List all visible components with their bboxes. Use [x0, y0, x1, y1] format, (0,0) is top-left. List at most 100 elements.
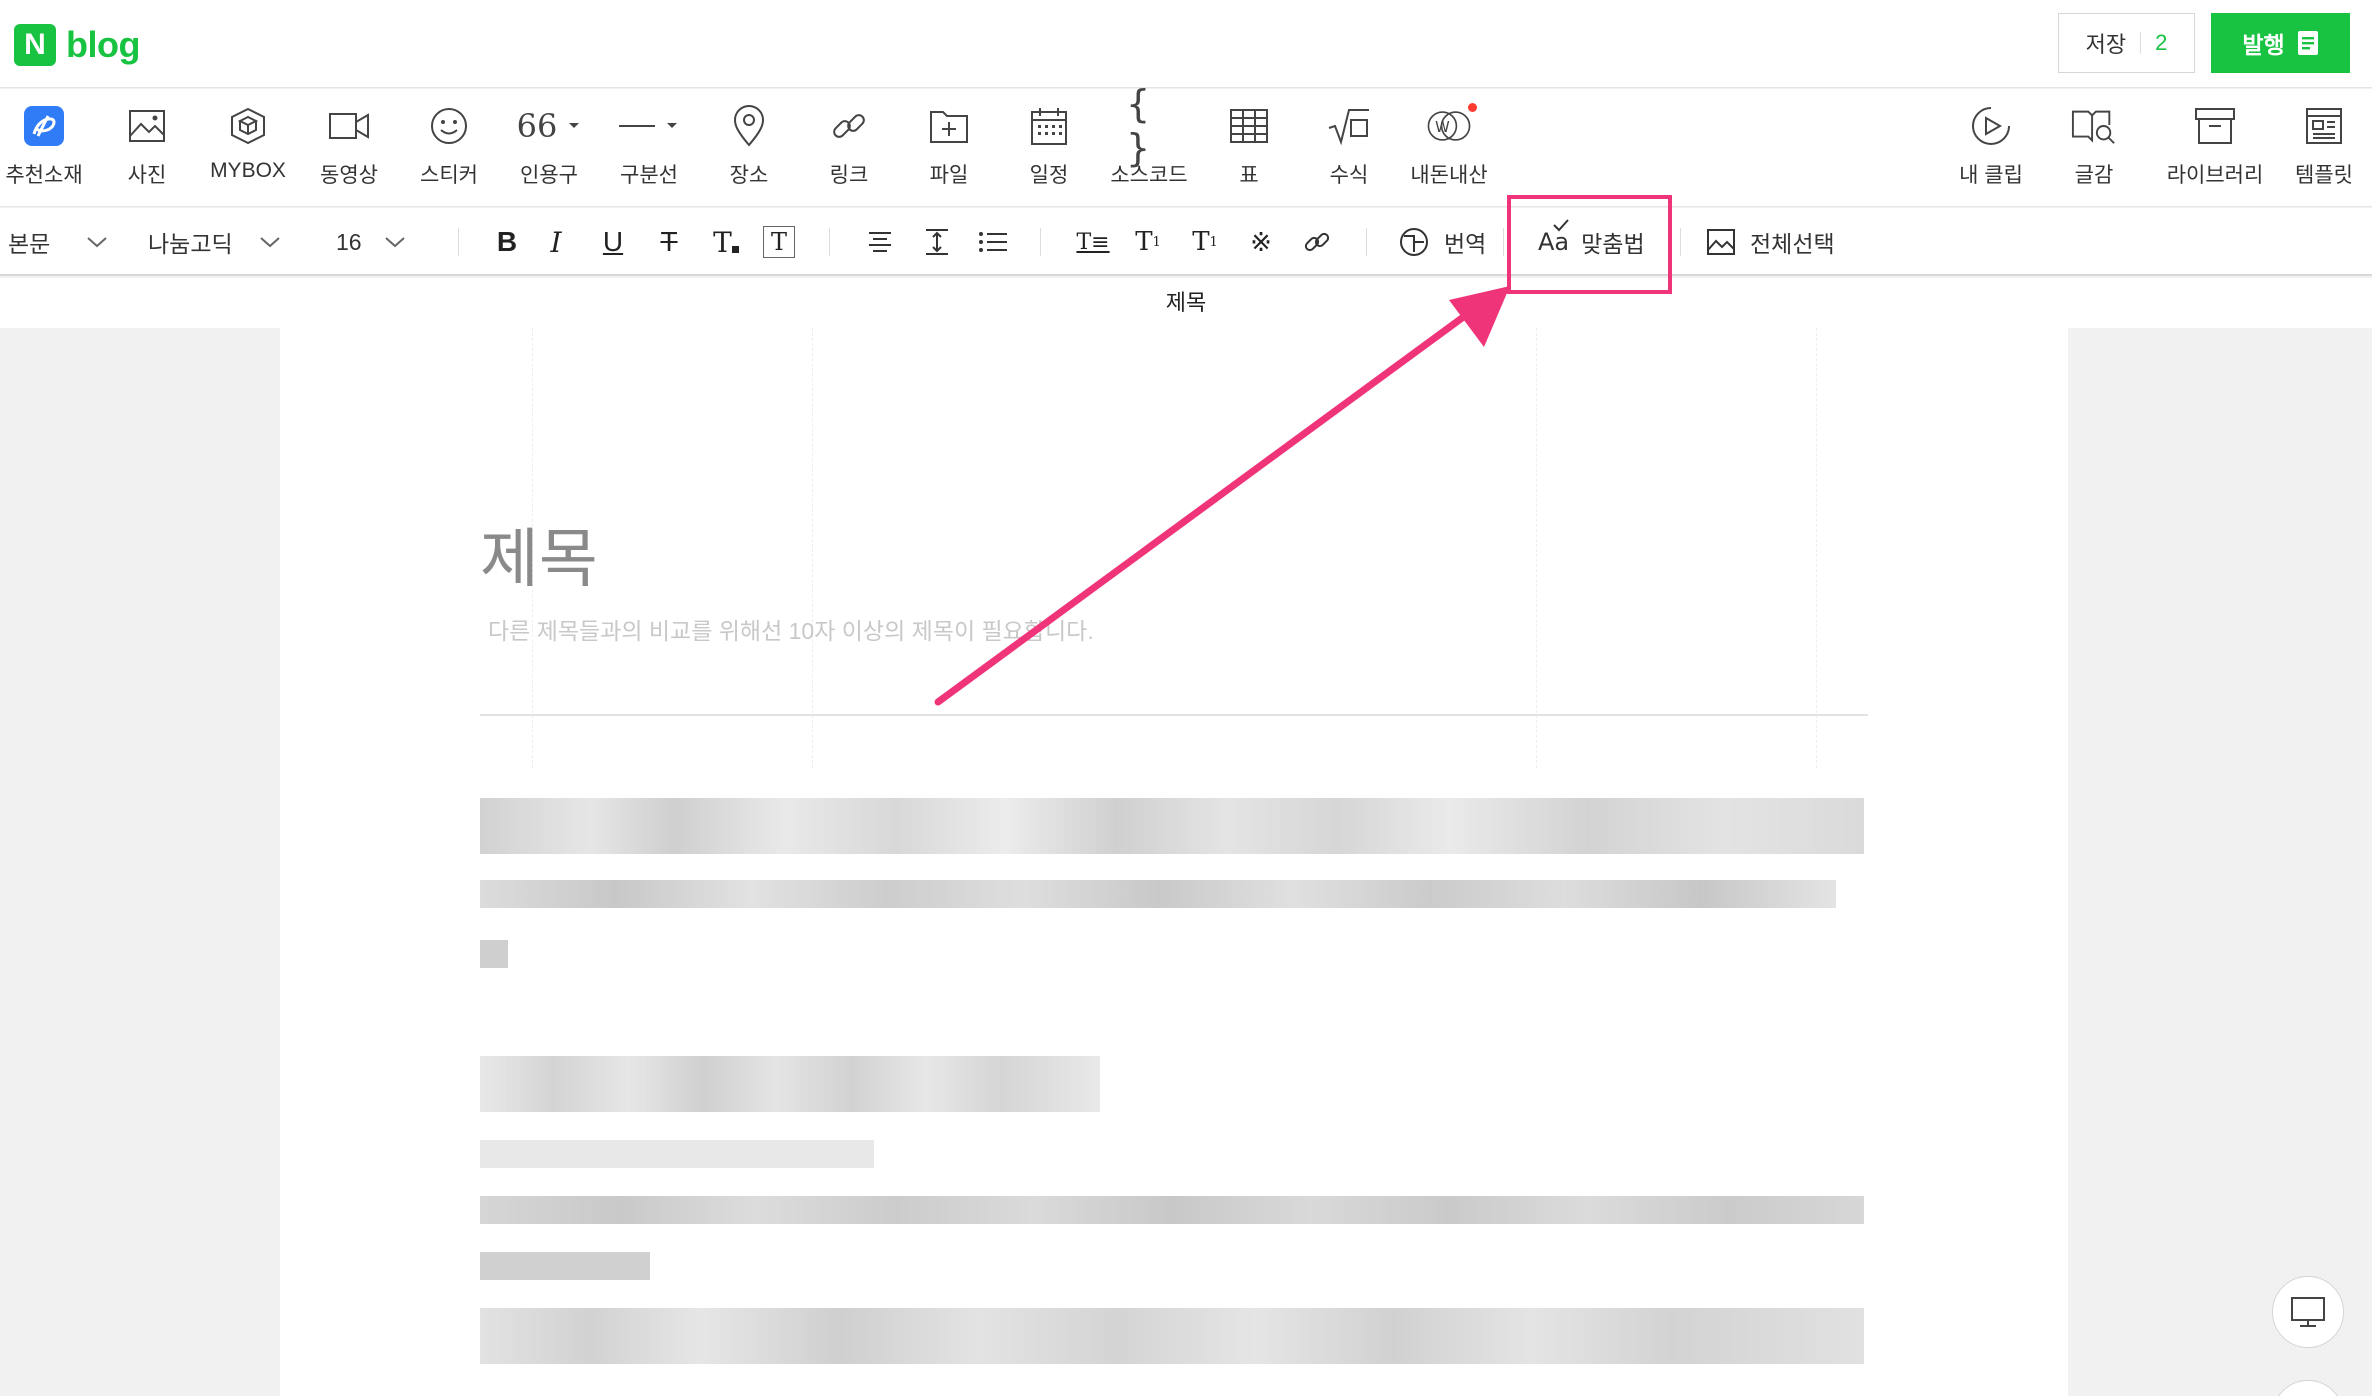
toolbar-quote[interactable]: 66 인용구 [499, 103, 599, 199]
toolbar-separator [1503, 228, 1504, 256]
select-all-button[interactable]: 전체선택 [1706, 208, 1835, 276]
toolbar-label: 수식 [1329, 164, 1369, 187]
translate-button[interactable]: 번역 [1398, 208, 1486, 276]
guide-line [1536, 328, 1537, 768]
toolbar-separator [458, 228, 459, 256]
blurred-text-block [480, 940, 508, 968]
guide-line [1816, 328, 1817, 768]
toolbar-divider[interactable]: 구분선 [599, 103, 699, 199]
save-divider [2140, 32, 2142, 54]
toolbar-label: 인용구 [520, 164, 578, 187]
blurred-text-block [480, 1140, 874, 1168]
toolbar-separator [829, 228, 830, 256]
blurred-text-block [480, 1308, 1864, 1364]
bold-icon[interactable]: B [489, 224, 525, 260]
background-color-icon[interactable]: T [763, 226, 795, 258]
table-icon [1226, 103, 1272, 149]
toolbar-label: 라이브러리 [2166, 164, 2264, 187]
recommend-icon [21, 103, 67, 149]
toolbar-label: 구분선 [620, 164, 678, 187]
font-size-select[interactable]: 16 [336, 208, 406, 276]
toolbar-label: 링크 [829, 164, 869, 187]
toolbar-photo[interactable]: 사진 [97, 103, 197, 199]
toolbar-label: 템플릿 [2295, 164, 2353, 187]
floating-button[interactable] [2272, 1380, 2344, 1396]
top-bar: N blog 저장 2 발행 [0, 0, 2372, 88]
monitor-icon [2291, 1297, 2325, 1327]
calendar-icon [1026, 103, 1072, 149]
link-icon [826, 103, 872, 149]
toolbar-label: 소스코드 [1110, 164, 1188, 187]
blurred-text-block [480, 880, 1836, 908]
toolbar-separator [1040, 228, 1041, 256]
publish-label: 발행 [2242, 32, 2285, 58]
save-button[interactable]: 저장 2 [2058, 13, 2195, 73]
file-icon [926, 103, 972, 149]
material-search-icon [2071, 103, 2117, 149]
toolbar-library[interactable]: 라이브러리 [2160, 103, 2270, 199]
toolbar-recommend[interactable]: 추천소재 [0, 103, 94, 199]
format-toolbar: 본문 나눔고딕 16 B I U T T T T≡ T1 T1 ※ 번역 Aa … [0, 208, 2372, 276]
new-badge-dot [1468, 103, 1477, 112]
special-character-icon[interactable]: ※ [1243, 224, 1279, 260]
toolbar-label: 일정 [1029, 164, 1069, 187]
translate-label: 번역 [1444, 231, 1487, 257]
image-select-icon [1707, 229, 1735, 255]
toolbar-label: 스티커 [420, 164, 478, 187]
toolbar-label: 동영상 [320, 164, 378, 187]
formula-icon [1326, 103, 1372, 149]
chevron-down-icon [87, 237, 107, 248]
font-family-select[interactable]: 나눔고딕 [148, 208, 281, 276]
toolbar-purchase[interactable]: W 내돈내산 [1399, 103, 1499, 199]
link-icon[interactable] [1299, 224, 1335, 260]
template-icon [2301, 103, 2347, 149]
editor-page[interactable]: 제목 다른 제목들과의 비교를 위해선 10자 이상의 제목이 필요합니다. [280, 328, 2068, 1396]
title-underline [480, 714, 1868, 716]
font-family-value: 나눔고딕 [148, 231, 233, 257]
library-icon [2192, 103, 2238, 149]
post-title-input[interactable]: 제목 [480, 508, 598, 600]
toolbar-mybox[interactable]: MYBOX [198, 103, 298, 199]
sticker-icon [426, 103, 472, 149]
toolbar-separator [1680, 228, 1681, 256]
blog-logo[interactable]: N blog [14, 24, 140, 66]
preview-mode-button[interactable] [2272, 1276, 2344, 1348]
quote-glyph: 66 [516, 107, 558, 145]
line-height-icon[interactable] [919, 224, 955, 260]
blurred-text-block [480, 798, 1864, 854]
toolbar-formula[interactable]: 수식 [1299, 103, 1399, 199]
toolbar-code[interactable]: { } 소스코드 [1099, 82, 1199, 199]
insert-toolbar: 추천소재 사진 MYBOX 동영상 스티커 66 인용구 구분선 장소 링크 파… [0, 82, 2372, 207]
section-title: 제목 [0, 278, 2372, 328]
font-color-icon[interactable]: T [708, 224, 744, 260]
toolbar-template[interactable]: 템플릿 [2274, 103, 2372, 199]
superscript-icon[interactable]: T1 [1130, 224, 1166, 260]
toolbar-my-clip[interactable]: 내 클립 [1941, 103, 2041, 199]
translate-icon [1400, 228, 1428, 256]
publish-button[interactable]: 발행 [2211, 13, 2350, 73]
toolbar-link[interactable]: 링크 [799, 103, 899, 199]
toolbar-sticker[interactable]: 스티커 [399, 103, 499, 199]
toolbar-material[interactable]: 글감 [2044, 103, 2144, 199]
chevron-down-icon [259, 237, 280, 248]
text-style-icon[interactable]: T≡ [1075, 224, 1111, 260]
divider-icon [614, 103, 684, 149]
underline-icon[interactable]: U [595, 224, 631, 260]
toolbar-label: 내돈내산 [1410, 164, 1488, 187]
blog-logo-text: blog [66, 24, 140, 65]
align-icon[interactable] [862, 224, 898, 260]
toolbar-label: 파일 [929, 164, 969, 187]
toolbar-table[interactable]: 표 [1199, 103, 1299, 199]
subscript-icon[interactable]: T1 [1187, 224, 1223, 260]
blurred-text-block [480, 1252, 650, 1280]
toolbar-label: 사진 [127, 164, 167, 187]
toolbar-file[interactable]: 파일 [899, 103, 999, 199]
toolbar-video[interactable]: 동영상 [299, 103, 399, 199]
toolbar-location[interactable]: 장소 [699, 103, 799, 199]
strikethrough-icon[interactable]: T [651, 224, 687, 260]
quote-icon: 66 [514, 103, 584, 149]
toolbar-calendar[interactable]: 일정 [999, 103, 1099, 199]
paragraph-style-select[interactable]: 본문 [8, 208, 108, 276]
list-icon[interactable] [975, 224, 1011, 260]
italic-icon[interactable]: I [538, 224, 574, 260]
